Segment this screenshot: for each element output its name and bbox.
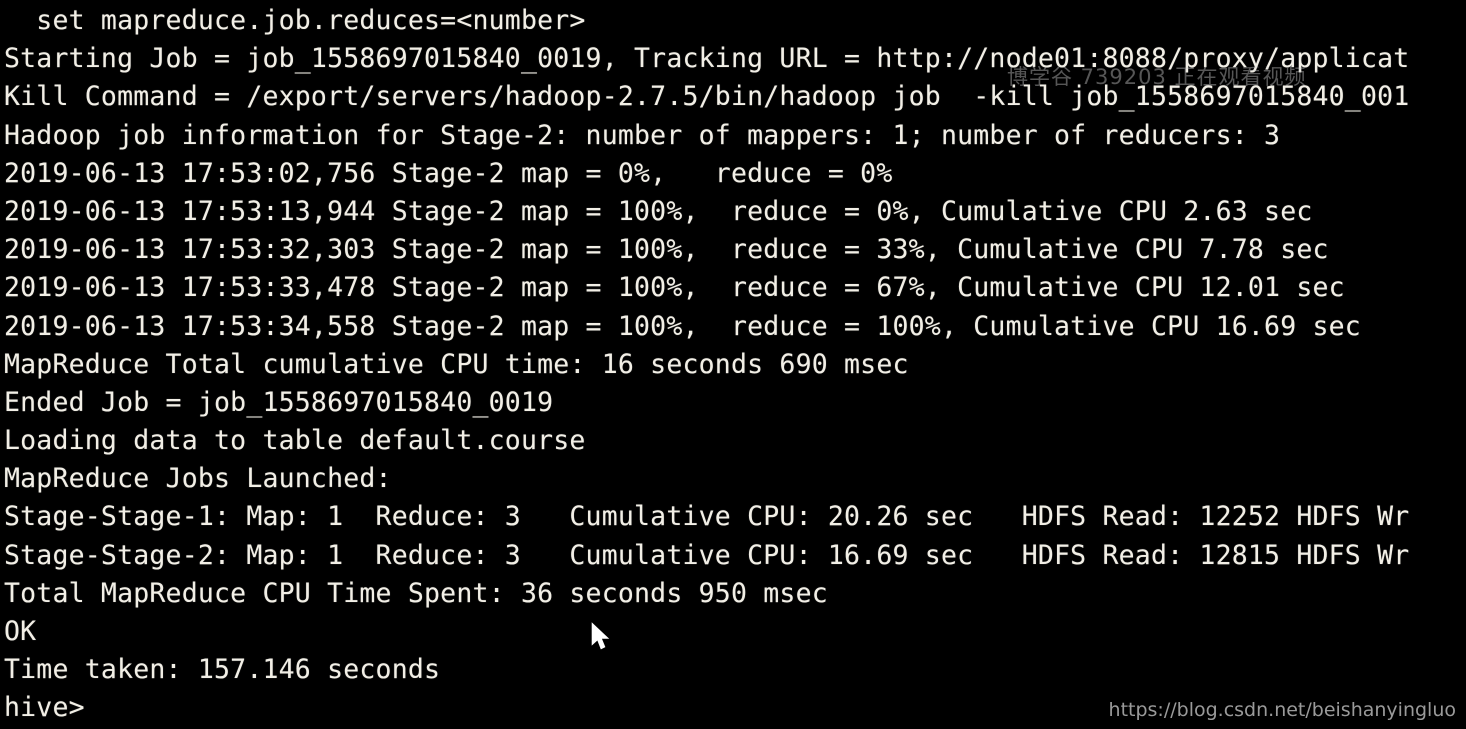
terminal-line: Ended Job = job_1558697015840_0019 (4, 386, 554, 418)
terminal-line: Hadoop job information for Stage-2: numb… (4, 119, 1281, 151)
terminal-line: Kill Command = /export/servers/hadoop-2.… (4, 81, 1410, 113)
terminal-line: MapReduce Jobs Launched: (4, 463, 392, 495)
terminal-line: set mapreduce.job.reduces=<number> (4, 5, 586, 36)
terminal-prompt-line[interactable]: hive> (0, 689, 1466, 727)
terminal-line: 2019-06-13 17:53:34,558 Stage-2 map = 10… (4, 310, 1361, 342)
terminal-line: 2019-06-13 17:53:02,756 Stage-2 map = 0%… (4, 157, 893, 189)
terminal-line: Stage-Stage-2: Map: 1 Reduce: 3 Cumulati… (4, 539, 1410, 571)
terminal-line: MapReduce Total cumulative CPU time: 16 … (4, 348, 909, 380)
terminal-line: Starting Job = job_1558697015840_0019, T… (4, 43, 1410, 75)
terminal-line: 2019-06-13 17:53:13,944 Stage-2 map = 10… (4, 195, 1313, 227)
terminal-line: Time taken: 157.146 seconds (4, 654, 441, 686)
terminal-line: OK (4, 616, 37, 647)
terminal-line: 2019-06-13 17:53:33,478 Stage-2 map = 10… (4, 272, 1345, 304)
terminal-line: 2019-06-13 17:53:32,303 Stage-2 map = 10… (4, 234, 1329, 266)
terminal-output: set mapreduce.job.reduces=<number> Start… (0, 0, 1466, 728)
terminal-line: Stage-Stage-1: Map: 1 Reduce: 3 Cumulati… (4, 501, 1410, 533)
terminal-line: Total MapReduce CPU Time Spent: 36 secon… (4, 577, 828, 609)
terminal-window[interactable]: set mapreduce.job.reduces=<number> Start… (0, 0, 1466, 729)
terminal-line: Loading data to table default.course (4, 425, 586, 457)
